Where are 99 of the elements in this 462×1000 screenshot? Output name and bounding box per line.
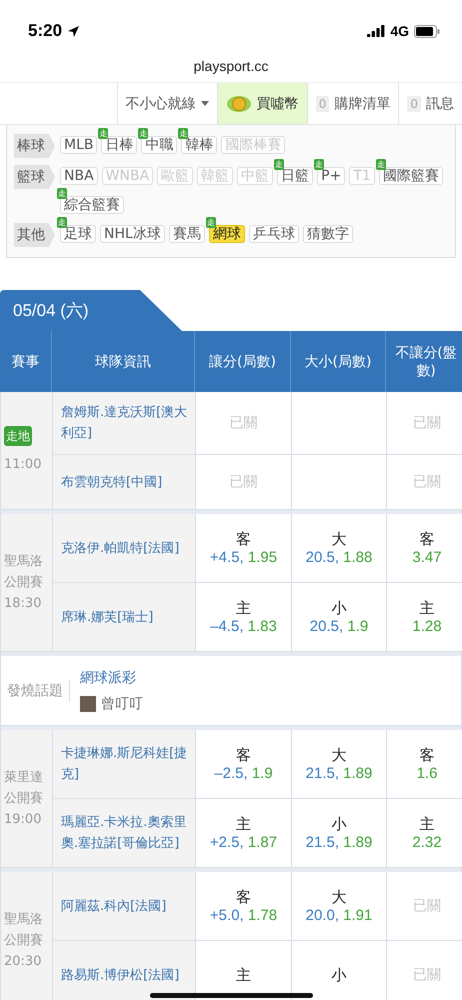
live-badge: 走 xyxy=(98,128,108,139)
player-name[interactable]: 卡捷琳娜.斯尼科娃[捷克] xyxy=(53,730,195,798)
player-name[interactable]: 阿麗茲.科內[法國] xyxy=(53,872,195,940)
author-name[interactable]: 曾叮叮 xyxy=(101,694,143,712)
player-name[interactable]: 瑪麗亞.卡米拉.奧索里奧.塞拉諾[哥倫比亞] xyxy=(53,799,195,867)
category-label: 籃球 xyxy=(14,165,55,189)
side-label: 大 xyxy=(332,888,346,907)
league-chip[interactable]: 賽馬 xyxy=(168,225,205,243)
side-label: 大 xyxy=(332,530,346,549)
player-name[interactable]: 路易斯.博伊松[法國] xyxy=(53,941,195,1000)
odds-value[interactable]: 2.32 xyxy=(412,834,442,851)
side-label: 客 xyxy=(236,888,251,907)
live-badge: 走 xyxy=(138,128,148,139)
odds-value[interactable]: +5.0, 1.78 xyxy=(210,907,278,924)
side-label: 主 xyxy=(420,815,434,834)
match-time: 18:30 xyxy=(4,595,42,613)
league-chip[interactable]: 網球 xyxy=(208,225,245,243)
side-label: 小 xyxy=(332,966,346,984)
cart-link[interactable]: 0 購牌清單 xyxy=(306,83,398,124)
category-label: 棒球 xyxy=(14,134,55,158)
live-badge: 走 xyxy=(274,159,284,170)
coin-icon xyxy=(226,94,252,114)
league-chip[interactable]: 韓棒 xyxy=(181,136,218,154)
column-header: 讓分(局數) xyxy=(195,331,290,392)
event-name: 聖馬洛公開賽 xyxy=(4,911,44,950)
odds-value[interactable]: 20.5, 1.9 xyxy=(310,618,368,635)
odds-value[interactable]: –2.5, 1.9 xyxy=(214,765,273,782)
date-tab[interactable]: 05/04 (六) xyxy=(0,290,182,331)
match-time: 11:00 xyxy=(4,456,42,474)
clock: 5:20 xyxy=(28,21,62,41)
column-header: 球隊資訊 xyxy=(52,331,194,392)
live-badge: 走 xyxy=(376,159,386,170)
league-chip[interactable]: NHL冰球 xyxy=(100,225,165,243)
live-badge: 走 xyxy=(314,159,324,170)
location-arrow-icon xyxy=(67,24,80,38)
side-label: 主 xyxy=(236,599,251,618)
league-chip[interactable]: 綜合籃賽 xyxy=(60,196,124,214)
closed-label: 已關 xyxy=(413,966,441,984)
closed-label: 已關 xyxy=(413,473,441,491)
league-chip[interactable]: 猜數字 xyxy=(302,225,353,243)
side-label: 客 xyxy=(236,530,251,549)
odds-value[interactable]: 1.6 xyxy=(416,765,438,782)
photo-placeholder xyxy=(80,696,96,712)
player-name[interactable]: 克洛伊.帕凱特[法國] xyxy=(53,514,195,582)
side-label: 主 xyxy=(236,815,251,834)
live-badge: 走 xyxy=(57,217,67,228)
live-badge: 走 xyxy=(57,188,67,199)
odds-value[interactable]: +2.5, 1.87 xyxy=(210,834,278,851)
odds-value[interactable]: 3.47 xyxy=(412,549,442,566)
player-name[interactable]: 詹姆斯.達克沃斯[澳大利亞] xyxy=(53,392,195,454)
player-name[interactable]: 席琳.娜芙[瑞士] xyxy=(53,583,195,651)
column-header: 賽事 xyxy=(0,331,51,392)
event-name: 萊里達公開賽 xyxy=(4,769,44,808)
closed-label: 已關 xyxy=(230,414,258,432)
buy-coins-button[interactable]: 買噓幣 xyxy=(216,83,307,124)
side-label: 大 xyxy=(332,746,346,765)
player-name[interactable]: 布雲朝克特[中國] xyxy=(53,455,195,509)
live-badge: 走 xyxy=(178,128,188,139)
league-chip[interactable]: 中職 xyxy=(141,136,178,154)
column-header: 不讓分(盤數) xyxy=(386,331,462,392)
caret-icon xyxy=(200,101,209,106)
side-label: 小 xyxy=(332,815,346,834)
league-chip[interactable]: P+ xyxy=(317,167,346,185)
match-time: 19:00 xyxy=(4,811,42,829)
side-label: 主 xyxy=(420,599,434,618)
side-label: 客 xyxy=(420,530,434,549)
signal-icon xyxy=(367,25,386,37)
closed-label: 已關 xyxy=(230,473,258,491)
hot-topic-label: 發燒話題 xyxy=(1,680,70,702)
odds-value[interactable]: –4.5, 1.83 xyxy=(210,618,277,635)
league-chip[interactable]: NBA xyxy=(60,167,98,185)
address-bar-url[interactable]: playsport.cc xyxy=(0,58,462,75)
event-name: 聖馬洛公開賽 xyxy=(4,553,44,592)
league-chip[interactable]: 日棒 xyxy=(101,136,138,154)
match-time: 20:30 xyxy=(4,953,42,971)
side-label: 小 xyxy=(332,599,346,618)
league-chip[interactable]: MLB xyxy=(60,136,98,154)
topic-link[interactable]: 網球派彩 xyxy=(80,668,143,686)
odds-value[interactable]: 21.5, 1.89 xyxy=(306,765,372,782)
odds-value[interactable]: 1.28 xyxy=(412,618,442,635)
network-label: 4G xyxy=(390,23,409,39)
live-tag: 走地 xyxy=(4,426,32,446)
closed-label: 已關 xyxy=(413,897,441,915)
live-badge: 走 xyxy=(206,217,216,228)
odds-value[interactable]: 20.5, 1.88 xyxy=(306,549,372,566)
odds-value[interactable]: 20.0, 1.91 xyxy=(306,907,372,924)
closed-label: 已關 xyxy=(413,414,441,432)
league-chip[interactable]: 國際籃賽 xyxy=(378,167,443,185)
side-label: 主 xyxy=(236,966,251,984)
side-label: 客 xyxy=(236,746,251,765)
category-label: 其他 xyxy=(14,223,55,247)
battery-icon xyxy=(414,24,440,38)
odds-value[interactable]: +4.5, 1.95 xyxy=(210,549,278,566)
odds-value[interactable]: 21.5, 1.89 xyxy=(306,834,372,851)
league-chip[interactable]: 日籃 xyxy=(277,167,314,185)
league-chip[interactable]: 乒乓球 xyxy=(248,225,299,243)
league-chip[interactable]: 足球 xyxy=(60,225,96,243)
side-label: 客 xyxy=(420,746,434,765)
column-header: 大小(局數) xyxy=(291,331,385,392)
